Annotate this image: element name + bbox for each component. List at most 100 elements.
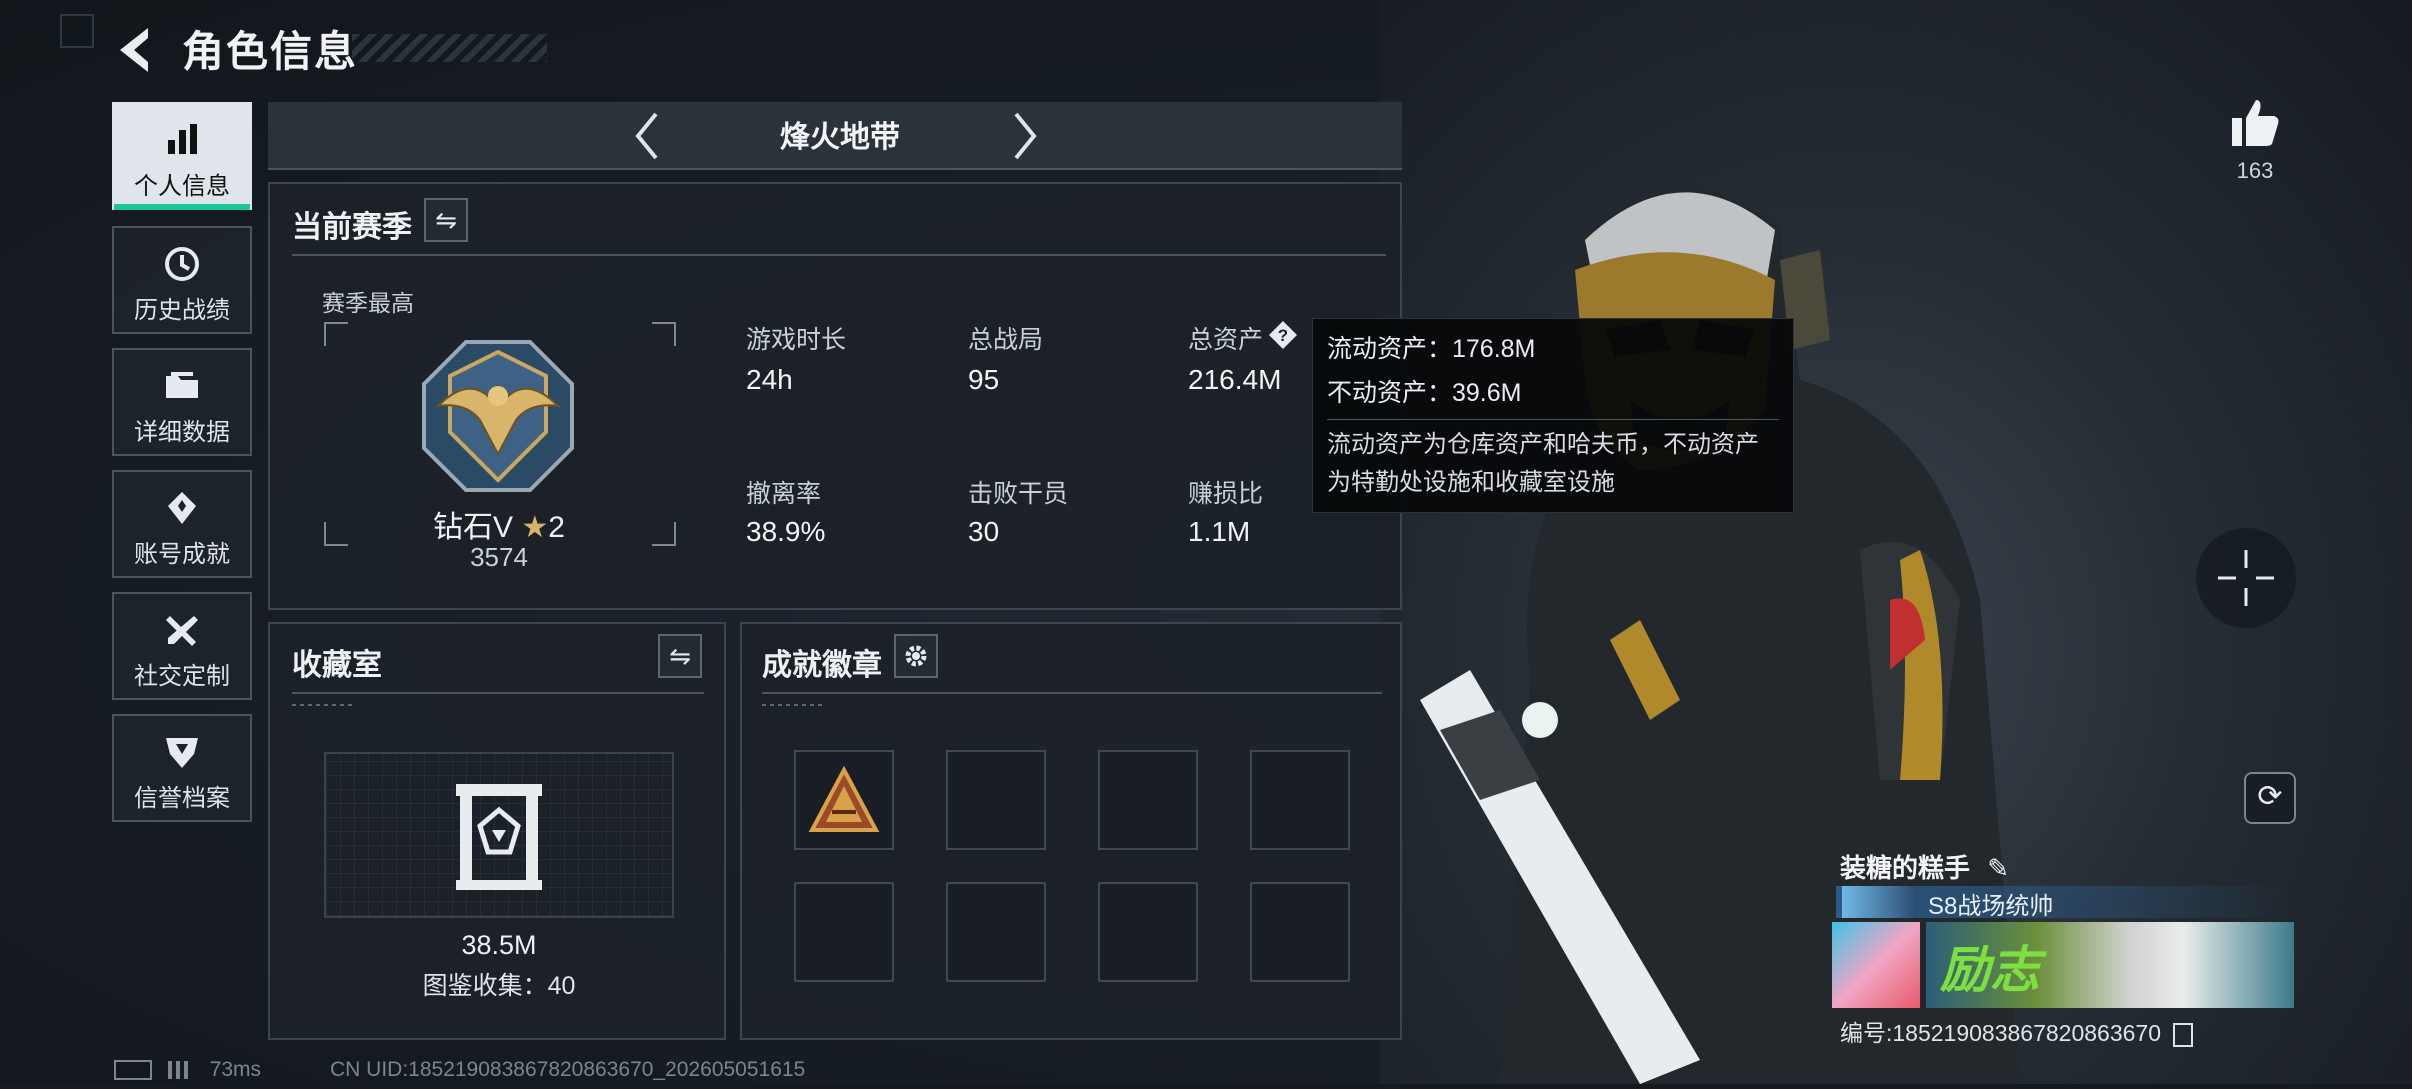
rank-emblem-icon xyxy=(418,336,578,496)
page-title: 角色信息 xyxy=(182,28,359,75)
player-title: S8战场统帅 xyxy=(1928,893,2054,920)
sidebar-item-label: 账号成就 xyxy=(134,541,230,568)
sidebar-item-label: 详细数据 xyxy=(134,419,230,446)
next-mode-button[interactable] xyxy=(1004,110,1044,162)
status-bar: 73ms xyxy=(114,1058,261,1082)
player-name-text: 装糖的糕手 xyxy=(1840,853,1971,883)
badge-slot[interactable] xyxy=(1098,882,1198,982)
prev-mode-button[interactable] xyxy=(628,110,668,162)
sidebar-item-reputation[interactable]: 信誉档案 xyxy=(112,714,252,822)
shield-badge-icon xyxy=(162,732,202,772)
history-clock-icon xyxy=(162,244,202,284)
badge-slot[interactable] xyxy=(946,750,1046,850)
frame-corner xyxy=(652,322,676,346)
badges-divider xyxy=(762,692,1382,694)
avatar-frame-image[interactable] xyxy=(1832,922,1920,1008)
stat-label: 总战局 xyxy=(968,326,1044,354)
divider-dashes xyxy=(762,704,822,706)
vault-icon xyxy=(452,780,546,892)
badge-slot[interactable] xyxy=(1250,750,1350,850)
badge-slot[interactable] xyxy=(946,882,1046,982)
collection-value: 38.5M xyxy=(461,930,537,960)
copy-icon[interactable] xyxy=(2173,1022,2194,1047)
chevron-left-icon xyxy=(635,112,658,160)
badges-settings-button[interactable] xyxy=(894,634,938,678)
collection-count: 图鉴收集：40 xyxy=(422,972,576,1000)
swap-icon: ⇋ xyxy=(669,641,691,671)
rank-name: 钻石V xyxy=(433,511,514,544)
gear-icon xyxy=(905,645,927,667)
star-icon: ★ xyxy=(521,511,549,544)
corner-decoration xyxy=(60,14,94,48)
sidebar-item-achievements[interactable]: 账号成就 xyxy=(112,470,252,578)
sidebar-item-detailed-data[interactable]: 详细数据 xyxy=(112,348,252,456)
sidebar-item-label: 历史战绩 xyxy=(134,297,230,324)
tooltip-liquid: 流动资产：176.8M xyxy=(1327,335,1536,363)
tools-icon xyxy=(162,610,202,650)
aim-view-button[interactable] xyxy=(2196,528,2296,628)
chevron-right-icon xyxy=(1014,112,1037,160)
crosshair-icon xyxy=(2218,550,2274,606)
badge-slot[interactable] xyxy=(1098,750,1198,850)
sidebar-item-history[interactable]: 历史战绩 xyxy=(112,226,252,334)
badges-title: 成就徽章 xyxy=(762,649,882,682)
active-indicator xyxy=(114,204,250,210)
stat-label: 游戏时长 xyxy=(746,326,847,354)
season-best-label: 赛季最高 xyxy=(322,290,414,316)
collection-title: 收藏室 xyxy=(292,649,382,682)
divider-dashes xyxy=(292,704,352,706)
battery-icon xyxy=(114,1060,152,1081)
uid-text: CN UID:18521908386782086367​0_2026050516… xyxy=(330,1058,806,1081)
mode-title: 烽火地带 xyxy=(780,121,900,154)
player-name: 装糖的糕手 ✎ xyxy=(1840,848,2009,885)
sidebar-item-personal-info[interactable]: 个人信息 xyxy=(112,102,252,210)
edit-pencil-icon[interactable]: ✎ xyxy=(1987,853,2009,883)
frame-corner xyxy=(324,522,348,546)
tooltip-fixed: 不动资产：39.6M xyxy=(1327,379,1522,407)
player-id-text: 编号:1852190838678208636​70 xyxy=(1840,1020,2162,1046)
thumbs-up-icon xyxy=(2232,100,2279,146)
back-arrow-icon xyxy=(120,28,148,72)
season-swap-button[interactable]: ⇋ xyxy=(424,198,468,242)
stat-value: 24h xyxy=(746,364,793,395)
ping-value: 73ms xyxy=(209,1058,262,1081)
triangle-badge-icon xyxy=(808,765,880,832)
sidebar-item-label: 信誉档案 xyxy=(134,785,230,812)
stat-value: 38.9% xyxy=(746,516,826,547)
rotate-view-button[interactable]: ⟳ xyxy=(2244,772,2296,824)
svg-text:?: ? xyxy=(1278,326,1288,345)
sidebar-item-social-custom[interactable]: 社交定制 xyxy=(112,592,252,700)
refresh-icon: ⟳ xyxy=(2257,780,2283,813)
season-title: 当前赛季 xyxy=(292,211,412,244)
title-decoration xyxy=(352,34,547,62)
stat-label: 撤离率 xyxy=(746,480,822,508)
help-icon[interactable]: ? xyxy=(1268,320,1298,350)
stat-value: 216.4M xyxy=(1188,364,1282,395)
swap-icon: ⇋ xyxy=(435,205,457,235)
frame-corner xyxy=(324,322,348,346)
title-emblem-icon xyxy=(1842,886,1918,918)
season-divider xyxy=(292,254,1386,256)
stat-label: 击败干员 xyxy=(968,480,1069,508)
frame-corner xyxy=(652,522,676,546)
tooltip-desc-line2: 为特勤处设施和收藏室设施 xyxy=(1327,469,1615,496)
stat-label: 总资产 xyxy=(1188,326,1264,354)
signal-icon xyxy=(167,1061,192,1080)
stat-value: 30 xyxy=(968,516,1000,547)
like-button[interactable] xyxy=(2228,96,2282,150)
stat-label: 赚损比 xyxy=(1188,480,1264,508)
sidebar-item-label: 社交定制 xyxy=(134,663,230,690)
namecard-banner-text: 励志 xyxy=(1940,942,2040,998)
asset-tooltip: 流动资产：176.8M 不动资产：39.6M 流动资产为仓库资产和哈夫币，不动资… xyxy=(1312,318,1794,513)
back-button[interactable] xyxy=(112,22,162,78)
folder-icon xyxy=(162,366,202,406)
sidebar-item-label: 个人信息 xyxy=(134,173,230,200)
badge-slot[interactable] xyxy=(1250,882,1350,982)
player-id: 编号:1852190838678208636​70 xyxy=(1840,1014,2194,1048)
stat-value: 1.1M xyxy=(1188,516,1251,547)
tooltip-desc-line1: 流动资产为仓库资产和哈夫币，不动资产 xyxy=(1327,431,1759,458)
like-count: 163 xyxy=(2236,158,2274,183)
badge-slot[interactable] xyxy=(794,882,894,982)
badge-slot[interactable] xyxy=(794,750,894,850)
collection-swap-button[interactable]: ⇋ xyxy=(658,634,702,678)
